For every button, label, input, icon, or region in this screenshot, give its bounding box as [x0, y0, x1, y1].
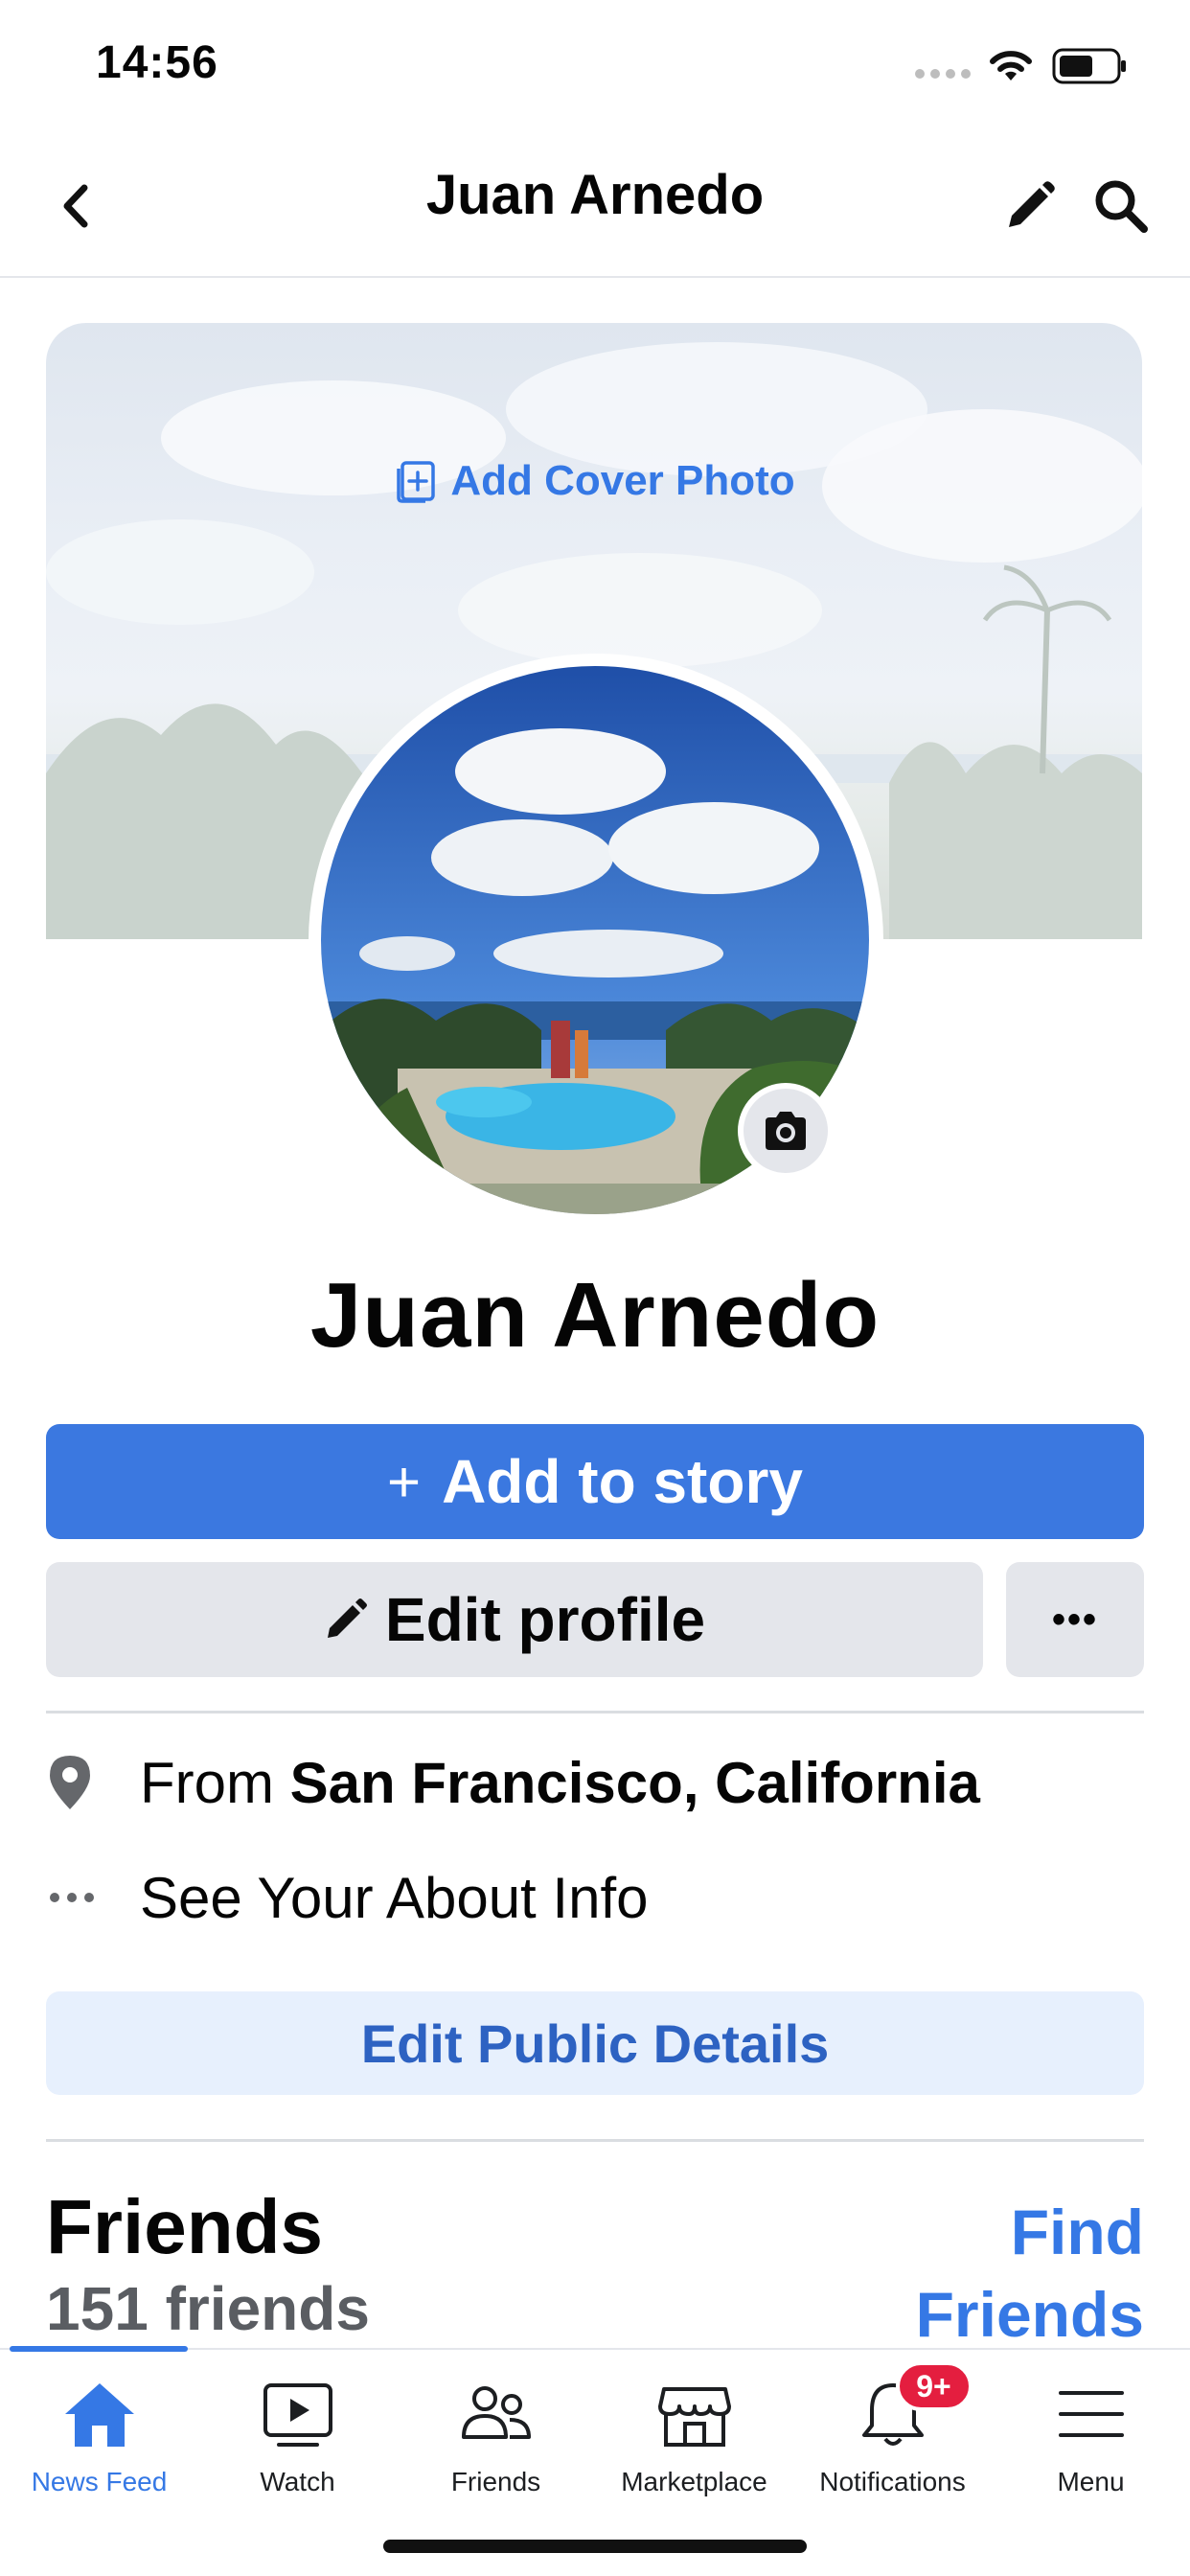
add-cover-photo-label: Add Cover Photo — [450, 457, 795, 504]
hometown-value: San Francisco, California — [289, 1750, 980, 1815]
more-options-button[interactable]: ••• — [1006, 1562, 1144, 1677]
friends-section-title: Friends — [46, 2184, 323, 2269]
find-friends-link[interactable]: Find Friends — [857, 2191, 1144, 2356]
tab-label: Notifications — [819, 2467, 966, 2496]
change-profile-picture-button[interactable] — [738, 1083, 834, 1179]
plus-icon: + — [387, 1449, 422, 1514]
nav-bar: Juan Arnedo — [0, 134, 1190, 278]
notifications-badge: 9+ — [895, 2361, 973, 2411]
tab-watch[interactable]: Watch — [198, 2371, 397, 2515]
hamburger-icon — [1058, 2391, 1124, 2437]
edit-profile-button[interactable]: Edit profile — [46, 1562, 983, 1677]
edit-button[interactable] — [996, 172, 1064, 240]
tab-label: News Feed — [31, 2467, 168, 2496]
pencil-icon — [327, 1598, 367, 1638]
tab-friends[interactable]: Friends — [397, 2371, 595, 2515]
camera-icon — [766, 1112, 806, 1150]
location-pin-icon — [50, 1756, 90, 1809]
friends-count: 151 friends — [46, 2274, 370, 2343]
search-icon — [1095, 180, 1148, 233]
add-cover-photo-button[interactable]: Add Cover Photo — [46, 457, 1142, 505]
edit-public-details-button[interactable]: Edit Public Details — [46, 1991, 1144, 2095]
hometown-prefix: From — [140, 1750, 290, 1815]
add-to-story-button[interactable]: + Add to story — [46, 1424, 1144, 1539]
more-horizontal-icon — [50, 1893, 94, 1902]
tab-label: Menu — [1057, 2467, 1125, 2496]
video-icon — [263, 2383, 332, 2447]
pencil-icon — [1009, 181, 1055, 227]
divider — [46, 2139, 1144, 2142]
see-about-info-row[interactable]: See Your About Info — [46, 1854, 1144, 1941]
find-friends-line1: Find — [1010, 2196, 1144, 2267]
profile-name: Juan Arnedo — [309, 1264, 881, 1367]
add-to-story-label: Add to story — [442, 1447, 803, 1516]
tab-menu[interactable]: Menu — [992, 2371, 1190, 2515]
tab-notifications[interactable]: 9+ Notifications — [793, 2361, 992, 2515]
tab-label: Marketplace — [621, 2467, 767, 2496]
see-about-info-label: See Your About Info — [140, 1865, 649, 1930]
home-indicator — [383, 2540, 807, 2553]
cellular-signal-icon — [915, 69, 971, 79]
tab-marketplace[interactable]: Marketplace — [595, 2371, 793, 2515]
tab-label: Watch — [260, 2467, 335, 2496]
add-photo-icon — [397, 461, 436, 503]
tab-label: Friends — [450, 2467, 541, 2496]
store-icon — [657, 2387, 731, 2447]
status-bar: 14:56 — [0, 0, 1190, 134]
home-icon — [64, 2383, 134, 2447]
search-button[interactable] — [1087, 172, 1155, 240]
find-friends-line2: Friends — [915, 2279, 1144, 2350]
battery-icon — [1052, 48, 1126, 84]
tab-news-feed[interactable]: News Feed — [0, 2371, 198, 2515]
friends-icon — [461, 2386, 531, 2439]
status-time: 14:56 — [96, 37, 218, 88]
active-tab-indicator — [10, 2346, 188, 2352]
edit-profile-label: Edit profile — [384, 1585, 706, 1654]
wifi-icon — [990, 51, 1032, 80]
edit-public-details-label: Edit Public Details — [360, 2012, 830, 2074]
hometown-row: From San Francisco, California — [46, 1739, 1144, 1826]
divider — [46, 1711, 1144, 1714]
more-icon: ••• — [1051, 1598, 1098, 1641]
